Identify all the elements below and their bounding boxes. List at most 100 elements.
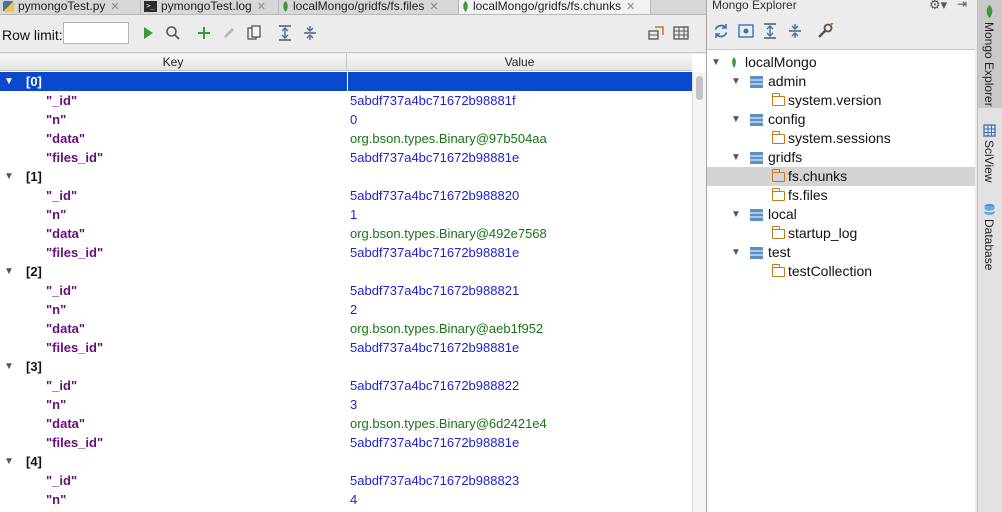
tree-node-db[interactable]: ▼ admin <box>707 72 975 91</box>
collapse-all-button[interactable] <box>785 20 805 42</box>
scrollbar-thumb[interactable] <box>696 76 703 100</box>
field-row[interactable]: "_id" 5abdf737a4bc71672b98881f <box>0 91 692 110</box>
tree-node-db[interactable]: ▼ test <box>707 243 975 262</box>
field-row[interactable]: "_id" 5abdf737a4bc71672b988822 <box>0 376 692 395</box>
field-value: 4 <box>350 492 358 507</box>
expand-all-button[interactable] <box>760 20 780 42</box>
document-row[interactable]: ▼ [2] <box>0 262 692 281</box>
refresh-button[interactable] <box>711 20 731 42</box>
tree-node-collection[interactable]: fs.chunks <box>707 167 975 186</box>
expand-toggle-icon[interactable]: ▼ <box>4 72 14 91</box>
expand-toggle-icon[interactable]: ▼ <box>731 148 741 167</box>
field-value: 5abdf737a4bc71672b988821 <box>350 283 520 298</box>
cell-divider <box>347 72 348 91</box>
tree-node-label: test <box>768 244 791 260</box>
field-row[interactable]: "files_id" 5abdf737a4bc71672b98881e <box>0 433 692 452</box>
field-row[interactable]: "data" org.bson.types.Binary@6d2421e4 <box>0 414 692 433</box>
field-row[interactable]: "n" 1 <box>0 205 692 224</box>
rail-item-mongo-explorer[interactable]: Mongo Explorer <box>978 0 1002 108</box>
python-file-icon <box>3 1 14 13</box>
tree-node-db[interactable]: ▼ local <box>707 205 975 224</box>
settings-button[interactable] <box>815 20 835 42</box>
tab-pymongotest-log[interactable]: >_ pymongoTest.log ✕ <box>141 0 279 14</box>
run-icon <box>144 27 153 39</box>
expand-toggle-icon[interactable]: ▼ <box>4 357 14 376</box>
collection-folder-icon <box>771 188 785 201</box>
tab-pymongotest-py[interactable]: pymongoTest.py ✕ <box>0 0 141 14</box>
field-value: 5abdf737a4bc71672b98881e <box>350 435 520 450</box>
field-row[interactable]: "files_id" 5abdf737a4bc71672b98881e <box>0 148 692 167</box>
edit-document-button[interactable] <box>219 23 239 43</box>
document-row[interactable]: ▼ [1] <box>0 167 692 186</box>
expand-all-button[interactable] <box>275 23 295 43</box>
field-value: 1 <box>350 207 358 222</box>
tree-node-collection[interactable]: system.sessions <box>707 129 975 148</box>
column-header-key[interactable]: Key <box>0 54 347 71</box>
document-row[interactable]: ▼ [4] <box>0 452 692 471</box>
aggregate-icon <box>648 26 664 40</box>
vertical-scrollbar[interactable] <box>692 72 706 512</box>
field-key: "files_id" <box>46 150 104 165</box>
rail-item-database[interactable]: Database <box>978 199 1002 275</box>
close-icon[interactable]: ✕ <box>257 1 266 13</box>
field-row[interactable]: "_id" 5abdf737a4bc71672b988821 <box>0 281 692 300</box>
document-row[interactable]: ▼ [0] <box>0 72 692 91</box>
tree-node-collection[interactable]: testCollection <box>707 262 975 281</box>
expand-all-icon <box>279 25 291 41</box>
expand-toggle-icon[interactable]: ▼ <box>4 167 14 186</box>
document-index: [1] <box>26 169 42 184</box>
tab-fs-chunks[interactable]: localMongo/gridfs/fs.chunks ✕ <box>459 0 651 14</box>
document-row[interactable]: ▼ [3] <box>0 357 692 376</box>
expand-toggle-icon[interactable]: ▼ <box>711 53 721 72</box>
field-row[interactable]: "files_id" 5abdf737a4bc71672b98881e <box>0 338 692 357</box>
collapse-all-button[interactable] <box>300 23 320 43</box>
expand-toggle-icon[interactable]: ▼ <box>4 262 14 281</box>
field-row[interactable]: "data" org.bson.types.Binary@aeb1f952 <box>0 319 692 338</box>
close-icon[interactable]: ✕ <box>626 1 635 13</box>
tab-fs-files[interactable]: localMongo/gridfs/fs.files ✕ <box>279 0 459 14</box>
tree-node-collection[interactable]: system.version <box>707 91 975 110</box>
collection-folder-icon <box>771 226 785 239</box>
field-row[interactable]: "n" 0 <box>0 110 692 129</box>
field-value: org.bson.types.Binary@6d2421e4 <box>350 416 547 431</box>
expand-toggle-icon[interactable]: ▼ <box>731 205 741 224</box>
expand-toggle-icon[interactable]: ▼ <box>731 72 741 91</box>
expand-toggle-icon[interactable]: ▼ <box>731 243 741 262</box>
tab-label: pymongoTest.py <box>18 0 106 13</box>
tab-label: localMongo/gridfs/fs.chunks <box>473 0 622 13</box>
expand-toggle-icon[interactable]: ▼ <box>4 452 14 471</box>
gear-icon[interactable]: ⚙▾ <box>929 0 947 13</box>
ide-window: pymongoTest.py ✕ >_ pymongoTest.log ✕ local… <box>0 0 1002 512</box>
copy-button[interactable] <box>244 23 264 43</box>
row-limit-input[interactable] <box>63 22 129 44</box>
close-icon[interactable]: ✕ <box>110 1 119 13</box>
table-view-button[interactable] <box>671 23 691 43</box>
tree-node-db[interactable]: ▼ config <box>707 110 975 129</box>
field-row[interactable]: "files_id" 5abdf737a4bc71672b98881e <box>0 243 692 262</box>
field-key: "n" <box>46 207 67 222</box>
field-row[interactable]: "_id" 5abdf737a4bc71672b988820 <box>0 186 692 205</box>
mongo-leaf-icon <box>283 1 288 13</box>
hide-panel-icon[interactable]: ⇥ <box>957 0 967 11</box>
close-icon[interactable]: ✕ <box>429 1 438 13</box>
expand-toggle-icon[interactable]: ▼ <box>731 110 741 129</box>
field-row[interactable]: "n" 4 <box>0 490 692 509</box>
field-row[interactable]: "n" 3 <box>0 395 692 414</box>
find-button[interactable] <box>163 23 183 43</box>
field-value: 5abdf737a4bc71672b98881e <box>350 245 520 260</box>
add-document-button[interactable] <box>194 23 214 43</box>
aggregate-button[interactable] <box>646 23 666 43</box>
view-button[interactable] <box>736 20 756 42</box>
tree-node-db[interactable]: ▼ gridfs <box>707 148 975 167</box>
run-query-button[interactable] <box>138 23 158 43</box>
field-row[interactable]: "data" org.bson.types.Binary@492e7568 <box>0 224 692 243</box>
tree-node-server[interactable]: ▼ localMongo <box>707 53 975 72</box>
collapse-all-icon <box>304 26 316 40</box>
field-row[interactable]: "_id" 5abdf737a4bc71672b988823 <box>0 471 692 490</box>
field-row[interactable]: "data" org.bson.types.Binary@97b504aa <box>0 129 692 148</box>
field-row[interactable]: "n" 2 <box>0 300 692 319</box>
column-header-value[interactable]: Value <box>347 54 692 71</box>
rail-item-sciview[interactable]: SciView <box>978 120 1002 192</box>
tree-node-collection[interactable]: startup_log <box>707 224 975 243</box>
tree-node-collection[interactable]: fs.files <box>707 186 975 205</box>
